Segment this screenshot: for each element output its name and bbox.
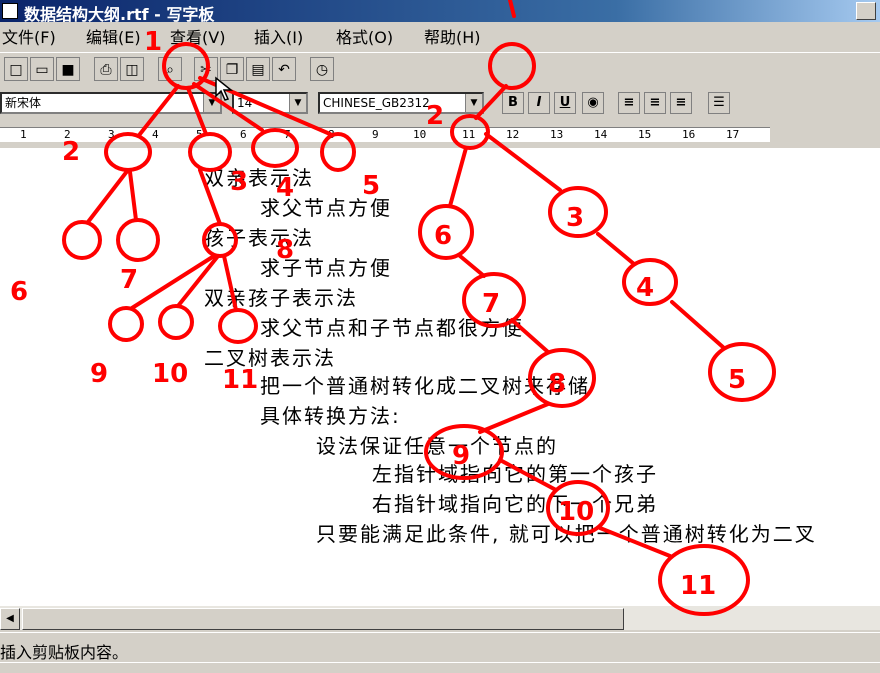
standard-toolbar: □ ▭ ■ ⎙ ◫ ⌕ ✂ ❐ ▤ ↶ ◷ bbox=[0, 52, 880, 87]
paste-icon[interactable]: ▤ bbox=[246, 57, 270, 81]
document-area[interactable]: 双亲表示法 求父节点方便 孩子表示法 求子节点方便 双亲孩子表示法 求父节点和子… bbox=[0, 148, 880, 606]
doc-line: 具体转换方法: bbox=[260, 404, 401, 428]
ruler-tick: 1 bbox=[20, 128, 27, 141]
new-icon[interactable]: □ bbox=[4, 57, 28, 81]
ruler[interactable]: 1 2 3 4 5 6 7 8 9 10 11 12 13 14 15 16 1… bbox=[0, 122, 880, 146]
print-icon[interactable]: ⎙ bbox=[94, 57, 118, 81]
script-select[interactable]: CHINESE_GB2312 ▼ bbox=[318, 92, 484, 114]
doc-line: 求父节点方便 bbox=[260, 196, 392, 220]
menu-edit[interactable]: 编辑(E) bbox=[86, 24, 141, 48]
ruler-tick: 12 bbox=[506, 128, 520, 141]
scroll-thumb[interactable] bbox=[22, 608, 624, 630]
doc-line: 求父节点和子节点都很方便 bbox=[260, 316, 524, 340]
script-value: CHINESE_GB2312 bbox=[323, 96, 430, 110]
doc-line: 双亲表示法 bbox=[204, 166, 314, 190]
ruler-tick: 15 bbox=[638, 128, 652, 141]
app-icon bbox=[2, 3, 18, 19]
menu-format[interactable]: 格式(O) bbox=[336, 24, 393, 48]
ruler-tick: 3 bbox=[108, 128, 115, 141]
italic-button[interactable]: I bbox=[528, 92, 550, 114]
ruler-tick: 16 bbox=[682, 128, 696, 141]
minimize-button[interactable] bbox=[856, 2, 876, 20]
ruler-tick: 5 bbox=[196, 128, 203, 141]
doc-line: 二叉树表示法 bbox=[204, 346, 336, 370]
align-right-icon[interactable]: ≡ bbox=[670, 92, 692, 114]
doc-line: 只要能满足此条件, 就可以把一个普通树转化为二叉 bbox=[316, 522, 817, 546]
ruler-tick: 4 bbox=[152, 128, 159, 141]
doc-line: 孩子表示法 bbox=[204, 226, 314, 250]
doc-line: 双亲孩子表示法 bbox=[204, 286, 358, 310]
ruler-tick: 11 bbox=[462, 128, 476, 141]
menu-bar: 文件(F) 编辑(E) 查看(V) 插入(I) 格式(O) 帮助(H) bbox=[0, 22, 880, 48]
save-icon[interactable]: ■ bbox=[56, 57, 80, 81]
menu-help[interactable]: 帮助(H) bbox=[424, 24, 481, 48]
undo-icon[interactable]: ↶ bbox=[272, 57, 296, 81]
insert-datetime-icon[interactable]: ◷ bbox=[310, 57, 334, 81]
mouse-pointer-icon bbox=[215, 76, 234, 101]
bullets-icon[interactable]: ☰ bbox=[708, 92, 730, 114]
open-icon[interactable]: ▭ bbox=[30, 57, 54, 81]
align-left-icon[interactable]: ≡ bbox=[618, 92, 640, 114]
format-toolbar: 新宋体 ▼ 14 ▼ CHINESE_GB2312 ▼ B I U ◉ ≡ ≡ … bbox=[0, 88, 880, 118]
align-center-icon[interactable]: ≡ bbox=[644, 92, 666, 114]
chevron-down-icon[interactable]: ▼ bbox=[465, 94, 482, 112]
status-bar: 插入剪贴板内容。 bbox=[0, 632, 880, 663]
title-bar: 数据结构大纲.rtf - 写字板 bbox=[0, 0, 880, 24]
scroll-left-icon[interactable]: ◀ bbox=[0, 608, 20, 630]
underline-button[interactable]: U bbox=[554, 92, 576, 114]
doc-line: 设法保证任意一个节点的 bbox=[316, 434, 558, 458]
chevron-down-icon[interactable]: ▼ bbox=[289, 94, 306, 112]
doc-line: 右指针域指向它的下一个兄弟 bbox=[372, 492, 658, 516]
ruler-tick: 10 bbox=[413, 128, 427, 141]
find-icon[interactable]: ⌕ bbox=[158, 57, 182, 81]
ruler-tick: 13 bbox=[550, 128, 564, 141]
font-select[interactable]: 新宋体 ▼ bbox=[0, 92, 222, 114]
ruler-tick: 6 bbox=[240, 128, 247, 141]
status-text: 插入剪贴板内容。 bbox=[0, 643, 129, 662]
ruler-tick: 17 bbox=[726, 128, 740, 141]
ruler-tick: 7 bbox=[284, 128, 291, 141]
print-preview-icon[interactable]: ◫ bbox=[120, 57, 144, 81]
taskbar bbox=[0, 662, 880, 673]
ruler-strip: 1 2 3 4 5 6 7 8 9 10 11 12 13 14 15 16 1… bbox=[0, 127, 770, 142]
font-value: 新宋体 bbox=[5, 96, 42, 110]
size-select[interactable]: 14 ▼ bbox=[232, 92, 308, 114]
menu-view[interactable]: 查看(V) bbox=[170, 24, 225, 48]
menu-insert[interactable]: 插入(I) bbox=[254, 24, 303, 48]
ruler-tick: 9 bbox=[372, 128, 379, 141]
doc-line: 把一个普通树转化成二叉树来存储 bbox=[260, 374, 590, 398]
menu-file[interactable]: 文件(F) bbox=[2, 24, 56, 48]
doc-line: 左指针域指向它的第一个孩子 bbox=[372, 462, 658, 486]
horizontal-scrollbar[interactable]: ◀ bbox=[0, 606, 880, 630]
ruler-tick: 2 bbox=[64, 128, 71, 141]
size-value: 14 bbox=[237, 96, 253, 110]
color-icon[interactable]: ◉ bbox=[582, 92, 604, 114]
bold-button[interactable]: B bbox=[502, 92, 524, 114]
ruler-tick: 14 bbox=[594, 128, 608, 141]
doc-line: 求子节点方便 bbox=[260, 256, 392, 280]
ruler-tick: 8 bbox=[328, 128, 335, 141]
